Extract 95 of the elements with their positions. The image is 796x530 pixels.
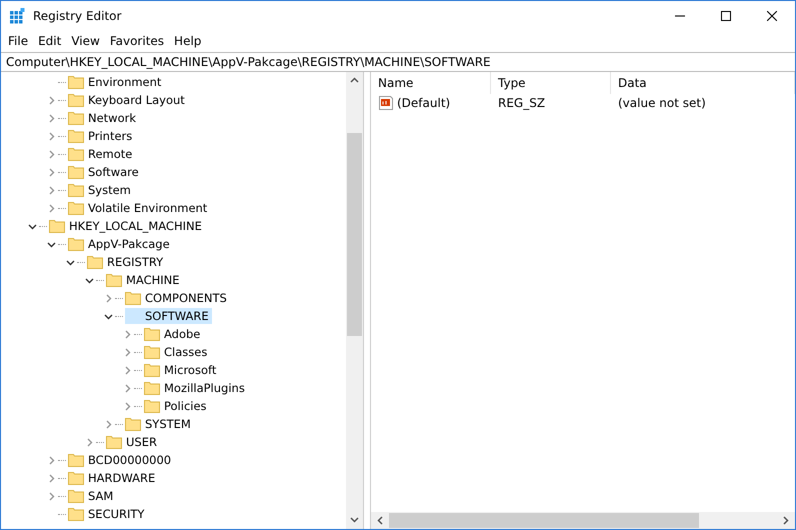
- scroll-left-icon[interactable]: [377, 516, 383, 525]
- menu-item[interactable]: Help: [169, 31, 206, 51]
- folder-icon: [68, 453, 84, 467]
- folder-icon: [106, 435, 122, 449]
- column-header[interactable]: Name: [371, 72, 491, 94]
- expand-chevron-icon[interactable]: [47, 204, 56, 212]
- expand-chevron-icon[interactable]: [123, 348, 132, 356]
- expand-chevron-icon[interactable]: [47, 186, 56, 194]
- folder-icon: [68, 129, 84, 143]
- folder-icon: [144, 399, 160, 413]
- menu-item[interactable]: Edit: [33, 31, 66, 51]
- tree-item[interactable]: SECURITY: [68, 506, 148, 522]
- expand-chevron-icon[interactable]: [104, 420, 113, 428]
- expand-chevron-icon[interactable]: [47, 492, 56, 500]
- maximize-icon: [721, 11, 731, 21]
- expand-chevron-icon[interactable]: [123, 330, 132, 338]
- menu-item[interactable]: View: [66, 31, 105, 51]
- tree-item[interactable]: Environment: [68, 74, 164, 90]
- folder-icon: [68, 165, 84, 179]
- folder-icon: [68, 75, 84, 89]
- address-bar[interactable]: Computer\HKEY_LOCAL_MACHINE\AppV-Pakcage\REGISTRY\MACHINE\SOFTWARE: [1, 52, 795, 72]
- value-type: REG_SZ: [498, 96, 546, 110]
- collapse-chevron-icon[interactable]: [85, 276, 94, 284]
- expand-chevron-icon[interactable]: [123, 384, 132, 392]
- tree-item[interactable]: SOFTWARE: [125, 308, 212, 324]
- folder-icon: [144, 363, 160, 377]
- value-data: (value not set): [618, 96, 706, 110]
- expand-chevron-icon[interactable]: [47, 456, 56, 464]
- tree-item[interactable]: MozillaPlugins: [144, 380, 248, 396]
- tree-item[interactable]: AppV-Pakcage: [68, 236, 173, 252]
- close-icon: [767, 11, 777, 21]
- tree-item[interactable]: HARDWARE: [68, 470, 158, 486]
- vertical-scrollbar[interactable]: [346, 72, 363, 529]
- tree-item[interactable]: COMPONENTS: [125, 290, 230, 306]
- folder-icon: [144, 345, 160, 359]
- folder-icon: [144, 381, 160, 395]
- collapse-chevron-icon[interactable]: [28, 222, 37, 230]
- expand-chevron-icon[interactable]: [47, 474, 56, 482]
- tree-item[interactable]: Software: [68, 164, 142, 180]
- collapse-chevron-icon[interactable]: [104, 312, 113, 320]
- string-value-icon: [378, 95, 394, 111]
- tree-item[interactable]: BCD00000000: [68, 452, 174, 468]
- tree-item[interactable]: USER: [106, 434, 160, 450]
- folder-icon: [68, 201, 84, 215]
- folder-icon: [87, 255, 103, 269]
- menu-item[interactable]: Favorites: [104, 31, 170, 51]
- expand-chevron-icon[interactable]: [47, 168, 56, 176]
- value-name: (Default): [397, 96, 450, 110]
- tree-item[interactable]: Adobe: [144, 326, 204, 342]
- tree-item[interactable]: MACHINE: [106, 272, 183, 288]
- scroll-right-icon[interactable]: [783, 516, 789, 525]
- horizontal-scrollbar[interactable]: [371, 512, 795, 529]
- menu-item[interactable]: File: [3, 31, 34, 51]
- folder-icon: [68, 237, 84, 251]
- expand-chevron-icon[interactable]: [47, 114, 56, 122]
- tree-item[interactable]: Microsoft: [144, 362, 220, 378]
- scroll-down-icon[interactable]: [350, 517, 359, 523]
- expand-chevron-icon[interactable]: [85, 438, 94, 446]
- expand-chevron-icon[interactable]: [104, 294, 113, 302]
- scroll-up-icon[interactable]: [350, 77, 359, 83]
- folder-icon: [68, 489, 84, 503]
- window-title: Registry Editor: [33, 9, 122, 23]
- column-header[interactable]: Type: [491, 72, 611, 94]
- tree-item[interactable]: HKEY_LOCAL_MACHINE: [49, 218, 205, 234]
- tree-item[interactable]: Classes: [144, 344, 210, 360]
- folder-icon: [68, 111, 84, 125]
- tree-item[interactable]: System: [68, 182, 134, 198]
- tree-item[interactable]: Keyboard Layout: [68, 92, 188, 108]
- column-header[interactable]: Data: [611, 72, 795, 94]
- expand-chevron-icon[interactable]: [47, 96, 56, 104]
- folder-icon: [68, 507, 84, 521]
- folder-icon: [68, 147, 84, 161]
- tree-item[interactable]: SYSTEM: [125, 416, 194, 432]
- tree-item[interactable]: Network: [68, 110, 140, 126]
- tree-item[interactable]: Volatile Environment: [68, 200, 210, 216]
- folder-icon: [68, 93, 84, 107]
- tree-item[interactable]: SAM: [68, 488, 116, 504]
- registry-app-icon: [9, 8, 25, 24]
- collapse-chevron-icon[interactable]: [66, 258, 75, 266]
- tree-item[interactable]: REGISTRY: [87, 254, 166, 270]
- tree-item[interactable]: Remote: [68, 146, 136, 162]
- folder-icon: [125, 417, 141, 431]
- folder-icon: [68, 471, 84, 485]
- folder-icon: [106, 273, 122, 287]
- tree-item[interactable]: Printers: [68, 128, 136, 144]
- folder-icon: [68, 183, 84, 197]
- expand-chevron-icon[interactable]: [123, 366, 132, 374]
- expand-chevron-icon[interactable]: [47, 150, 56, 158]
- expand-chevron-icon[interactable]: [123, 402, 132, 410]
- tree-item[interactable]: Policies: [144, 398, 210, 414]
- folder-icon: [125, 291, 141, 305]
- folder-icon: [144, 327, 160, 341]
- expand-chevron-icon[interactable]: [47, 132, 56, 140]
- collapse-chevron-icon[interactable]: [47, 240, 56, 248]
- folder-icon: [49, 219, 65, 233]
